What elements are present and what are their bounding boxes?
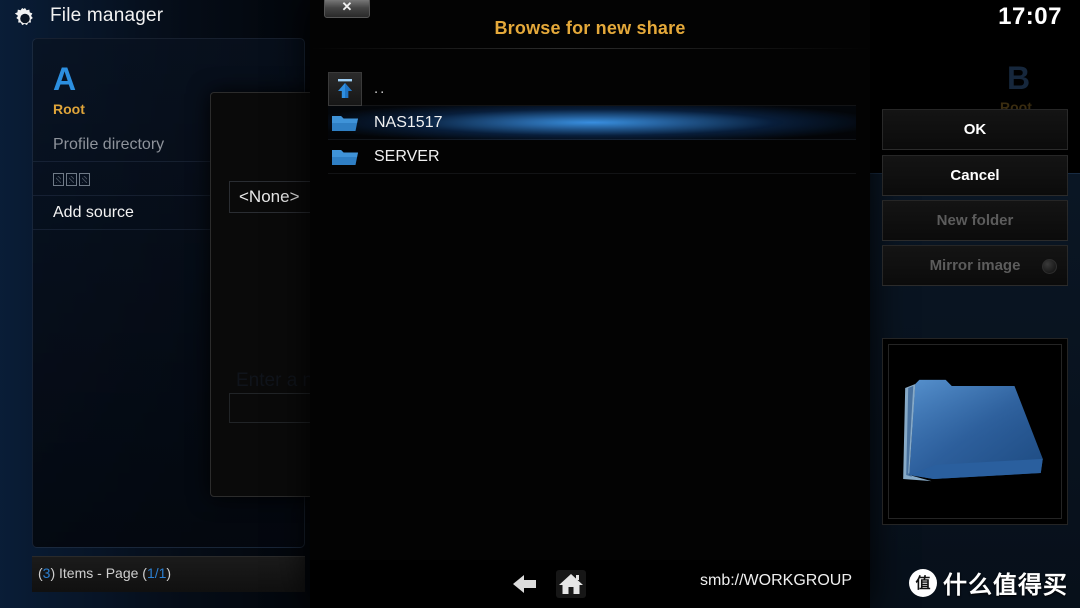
browse-dialog-footer: smb://WORKGROUP bbox=[310, 560, 870, 608]
status-text: (3) Items - Page (1/1) bbox=[38, 565, 171, 581]
list-item-label: .. bbox=[374, 80, 387, 97]
list-item-server[interactable]: SERVER bbox=[328, 140, 856, 174]
list-item-nas1517[interactable]: NAS1517 bbox=[328, 106, 856, 140]
current-path: smb://WORKGROUP bbox=[699, 572, 852, 589]
mirror-image-toggle-icon[interactable] bbox=[1042, 259, 1057, 274]
new-folder-button[interactable]: New folder bbox=[882, 200, 1068, 241]
mirror-image-label: Mirror image bbox=[929, 257, 1021, 274]
dialog-title: Browse for new share bbox=[494, 18, 686, 38]
up-arrow-icon bbox=[328, 72, 362, 106]
page-title: File manager bbox=[50, 5, 164, 26]
folder-icon bbox=[328, 106, 362, 140]
watermark-logo: 值 什么值得买 bbox=[909, 565, 1068, 600]
mirror-image-button[interactable]: Mirror image bbox=[882, 245, 1068, 286]
browse-for-new-share-dialog: ✕ Browse for new share .. NAS1517 SERVER… bbox=[310, 0, 870, 608]
list-item-label: Profile directory bbox=[53, 136, 165, 153]
cancel-button[interactable]: Cancel bbox=[882, 155, 1068, 196]
share-list: .. NAS1517 SERVER bbox=[328, 72, 856, 174]
status-paren-close: ) bbox=[166, 565, 172, 581]
status-middle: ) Items - Page ( bbox=[50, 565, 147, 581]
list-item-parent[interactable]: .. bbox=[328, 72, 856, 106]
preview-thumbnail bbox=[882, 338, 1068, 525]
back-arrow-icon[interactable] bbox=[510, 570, 540, 598]
watermark-text: 什么值得买 bbox=[943, 571, 1068, 599]
tofu-glyphs bbox=[53, 162, 92, 196]
source-path-value: <None> bbox=[239, 187, 300, 206]
close-icon[interactable]: ✕ bbox=[324, 0, 370, 18]
panel-a-status-bar: (3) Items - Page (1/1) bbox=[32, 556, 305, 592]
folder-icon bbox=[328, 140, 362, 174]
watermark-badge: 值 bbox=[909, 568, 937, 597]
ok-button[interactable]: OK bbox=[882, 109, 1068, 150]
title-divider bbox=[310, 48, 870, 49]
list-item-label: Add source bbox=[53, 204, 134, 221]
panel-a-root-label: Root bbox=[53, 101, 85, 117]
panel-a-letter: A bbox=[53, 61, 77, 97]
list-item-label: SERVER bbox=[374, 148, 440, 165]
home-icon[interactable] bbox=[556, 570, 586, 598]
screen: File manager 17:07 A Root Profile direct… bbox=[0, 0, 1080, 608]
action-button-column: OK Cancel New folder Mirror image bbox=[882, 0, 1080, 608]
status-page: 1/1 bbox=[146, 565, 167, 581]
list-item-label: NAS1517 bbox=[374, 114, 443, 131]
gear-icon bbox=[12, 6, 38, 32]
folder-preview-icon bbox=[888, 344, 1062, 519]
